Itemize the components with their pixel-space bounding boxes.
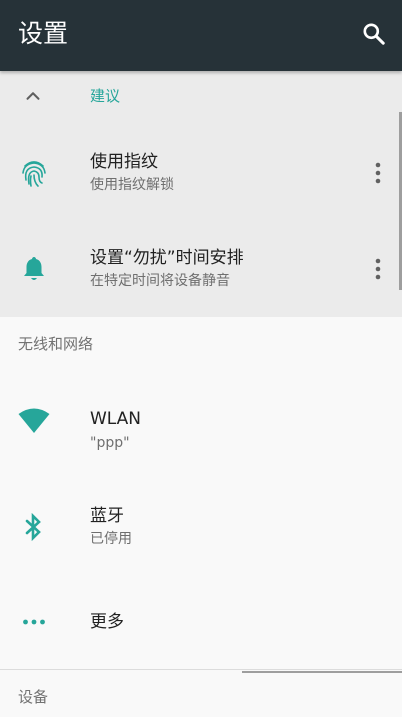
wifi-icon [18, 405, 50, 437]
more-vert-icon [375, 258, 381, 280]
bell-icon [18, 253, 50, 285]
suggestions-title: 建议 [90, 87, 121, 105]
settings-item-title: 蓝牙 [90, 506, 124, 526]
settings-item-subtitle: "ppp" [90, 435, 130, 451]
more-options-button[interactable] [366, 255, 390, 283]
more-vert-icon [375, 162, 381, 184]
settings-item-subtitle: 已停用 [90, 531, 132, 547]
suggestion-title: 设置“勿扰”时间安排 [90, 248, 244, 268]
suggestions-panel: 建议 使用指纹 使用指纹解锁 设置“勿扰”时间安排 在特定时间将设备静音 [0, 71, 402, 317]
suggestion-subtitle: 在特定时间将设备静音 [90, 273, 230, 289]
suggestion-fingerprint[interactable]: 使用指纹 使用指纹解锁 [0, 125, 402, 220]
settings-item-more[interactable]: 更多 [0, 580, 402, 665]
section-title-wireless: 无线和网络 [18, 335, 94, 353]
suggestion-subtitle: 使用指纹解锁 [90, 177, 174, 193]
settings-item-bluetooth[interactable]: 蓝牙 已停用 [0, 478, 402, 575]
settings-item-title: 更多 [90, 612, 124, 632]
section-title-device: 设备 [18, 688, 49, 706]
settings-item-wlan[interactable]: WLAN "ppp" [0, 372, 402, 469]
search-icon [363, 23, 385, 45]
bluetooth-icon [18, 511, 50, 543]
more-options-button[interactable] [366, 159, 390, 187]
page-title: 设置 [18, 19, 69, 48]
app-bar: 设置 [0, 0, 402, 71]
search-button[interactable] [358, 18, 390, 50]
settings-item-title: WLAN [90, 409, 142, 429]
suggestion-dnd[interactable]: 设置“勿扰”时间安排 在特定时间将设备静音 [0, 221, 402, 317]
horizontal-scrollbar[interactable] [242, 671, 402, 673]
section-divider [0, 669, 402, 670]
chevron-up-icon[interactable] [22, 85, 44, 107]
suggestions-header[interactable]: 建议 [0, 71, 402, 121]
more-horiz-icon [18, 606, 50, 638]
suggestion-title: 使用指纹 [90, 152, 158, 172]
fingerprint-icon [18, 157, 50, 189]
